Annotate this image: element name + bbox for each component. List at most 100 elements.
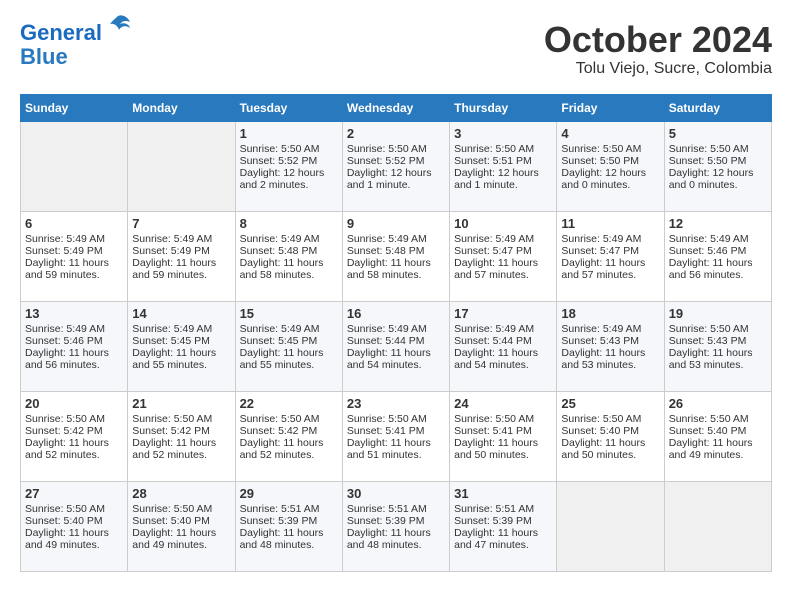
calendar-cell: 13Sunrise: 5:49 AMSunset: 5:46 PMDayligh… [21, 301, 128, 391]
day-number: 22 [240, 396, 338, 411]
calendar-cell: 22Sunrise: 5:50 AMSunset: 5:42 PMDayligh… [235, 391, 342, 481]
day-header-tuesday: Tuesday [235, 94, 342, 121]
day-info: Sunset: 5:48 PM [240, 245, 338, 257]
day-info: and 50 minutes. [561, 449, 659, 461]
day-info: Daylight: 12 hours [669, 167, 767, 179]
day-info: Daylight: 11 hours [25, 527, 123, 539]
day-info: and 2 minutes. [240, 179, 338, 191]
day-info: Sunrise: 5:49 AM [132, 323, 230, 335]
day-info: Daylight: 11 hours [132, 347, 230, 359]
calendar-week-3: 13Sunrise: 5:49 AMSunset: 5:46 PMDayligh… [21, 301, 772, 391]
day-info: Daylight: 11 hours [347, 527, 445, 539]
day-info: Sunset: 5:52 PM [240, 155, 338, 167]
day-info: Sunset: 5:47 PM [454, 245, 552, 257]
logo-bird-icon [104, 12, 132, 40]
day-number: 7 [132, 216, 230, 231]
calendar-cell: 18Sunrise: 5:49 AMSunset: 5:43 PMDayligh… [557, 301, 664, 391]
day-info: and 55 minutes. [132, 359, 230, 371]
day-info: and 0 minutes. [561, 179, 659, 191]
day-info: and 1 minute. [454, 179, 552, 191]
day-number: 4 [561, 126, 659, 141]
day-number: 14 [132, 306, 230, 321]
day-info: Sunrise: 5:49 AM [454, 233, 552, 245]
day-info: and 52 minutes. [132, 449, 230, 461]
day-number: 26 [669, 396, 767, 411]
day-info: Sunset: 5:52 PM [347, 155, 445, 167]
day-number: 12 [669, 216, 767, 231]
location-title: Tolu Viejo, Sucre, Colombia [544, 60, 772, 78]
calendar-cell: 12Sunrise: 5:49 AMSunset: 5:46 PMDayligh… [664, 211, 771, 301]
calendar-week-5: 27Sunrise: 5:50 AMSunset: 5:40 PMDayligh… [21, 481, 772, 571]
day-info: Sunset: 5:41 PM [454, 425, 552, 437]
day-info: Sunset: 5:43 PM [669, 335, 767, 347]
calendar-cell: 19Sunrise: 5:50 AMSunset: 5:43 PMDayligh… [664, 301, 771, 391]
day-number: 19 [669, 306, 767, 321]
logo: General Blue [20, 20, 132, 69]
calendar-cell: 2Sunrise: 5:50 AMSunset: 5:52 PMDaylight… [342, 121, 449, 211]
day-info: and 54 minutes. [454, 359, 552, 371]
day-number: 8 [240, 216, 338, 231]
day-info: and 53 minutes. [561, 359, 659, 371]
day-info: Daylight: 11 hours [454, 257, 552, 269]
day-info: and 49 minutes. [669, 449, 767, 461]
day-info: Sunrise: 5:49 AM [347, 323, 445, 335]
day-info: Sunrise: 5:50 AM [347, 143, 445, 155]
day-info: Sunset: 5:48 PM [347, 245, 445, 257]
day-info: Sunset: 5:40 PM [132, 515, 230, 527]
day-info: and 55 minutes. [240, 359, 338, 371]
day-info: Sunrise: 5:49 AM [25, 323, 123, 335]
day-info: and 48 minutes. [240, 539, 338, 551]
day-info: Daylight: 11 hours [132, 437, 230, 449]
calendar-week-2: 6Sunrise: 5:49 AMSunset: 5:49 PMDaylight… [21, 211, 772, 301]
day-info: Sunrise: 5:50 AM [669, 323, 767, 335]
day-info: Sunrise: 5:50 AM [669, 143, 767, 155]
day-info: Sunrise: 5:49 AM [132, 233, 230, 245]
calendar-cell: 3Sunrise: 5:50 AMSunset: 5:51 PMDaylight… [450, 121, 557, 211]
day-info: Sunset: 5:42 PM [25, 425, 123, 437]
day-number: 5 [669, 126, 767, 141]
day-info: Sunrise: 5:50 AM [25, 503, 123, 515]
day-number: 6 [25, 216, 123, 231]
calendar-cell: 15Sunrise: 5:49 AMSunset: 5:45 PMDayligh… [235, 301, 342, 391]
day-info: Daylight: 11 hours [25, 257, 123, 269]
calendar-cell: 24Sunrise: 5:50 AMSunset: 5:41 PMDayligh… [450, 391, 557, 481]
day-info: Sunrise: 5:49 AM [561, 323, 659, 335]
calendar-cell [664, 481, 771, 571]
page-header: General Blue October 2024 Tolu Viejo, Su… [20, 20, 772, 78]
day-info: Daylight: 11 hours [454, 347, 552, 359]
day-info: and 56 minutes. [669, 269, 767, 281]
day-info: Daylight: 11 hours [132, 257, 230, 269]
day-info: Sunset: 5:45 PM [132, 335, 230, 347]
day-info: Sunrise: 5:49 AM [454, 323, 552, 335]
logo-general: General [20, 20, 102, 45]
day-info: Sunset: 5:42 PM [132, 425, 230, 437]
day-info: Sunset: 5:46 PM [25, 335, 123, 347]
day-info: Sunrise: 5:49 AM [240, 323, 338, 335]
day-info: Sunset: 5:39 PM [240, 515, 338, 527]
day-info: Daylight: 11 hours [240, 437, 338, 449]
day-info: Sunrise: 5:50 AM [347, 413, 445, 425]
day-info: Daylight: 11 hours [240, 527, 338, 539]
calendar-cell: 6Sunrise: 5:49 AMSunset: 5:49 PMDaylight… [21, 211, 128, 301]
calendar-cell: 28Sunrise: 5:50 AMSunset: 5:40 PMDayligh… [128, 481, 235, 571]
calendar-cell: 10Sunrise: 5:49 AMSunset: 5:47 PMDayligh… [450, 211, 557, 301]
calendar-cell: 29Sunrise: 5:51 AMSunset: 5:39 PMDayligh… [235, 481, 342, 571]
day-info: Sunset: 5:50 PM [561, 155, 659, 167]
day-info: and 51 minutes. [347, 449, 445, 461]
calendar-cell: 21Sunrise: 5:50 AMSunset: 5:42 PMDayligh… [128, 391, 235, 481]
day-number: 3 [454, 126, 552, 141]
day-info: and 52 minutes. [25, 449, 123, 461]
calendar-cell: 30Sunrise: 5:51 AMSunset: 5:39 PMDayligh… [342, 481, 449, 571]
day-header-saturday: Saturday [664, 94, 771, 121]
day-info: Daylight: 12 hours [561, 167, 659, 179]
day-info: and 56 minutes. [25, 359, 123, 371]
day-info: Daylight: 11 hours [561, 437, 659, 449]
day-number: 16 [347, 306, 445, 321]
calendar-cell: 23Sunrise: 5:50 AMSunset: 5:41 PMDayligh… [342, 391, 449, 481]
day-info: Sunrise: 5:50 AM [561, 143, 659, 155]
day-info: Sunset: 5:46 PM [669, 245, 767, 257]
day-info: Sunset: 5:47 PM [561, 245, 659, 257]
day-number: 9 [347, 216, 445, 231]
day-info: Daylight: 11 hours [240, 347, 338, 359]
day-number: 1 [240, 126, 338, 141]
